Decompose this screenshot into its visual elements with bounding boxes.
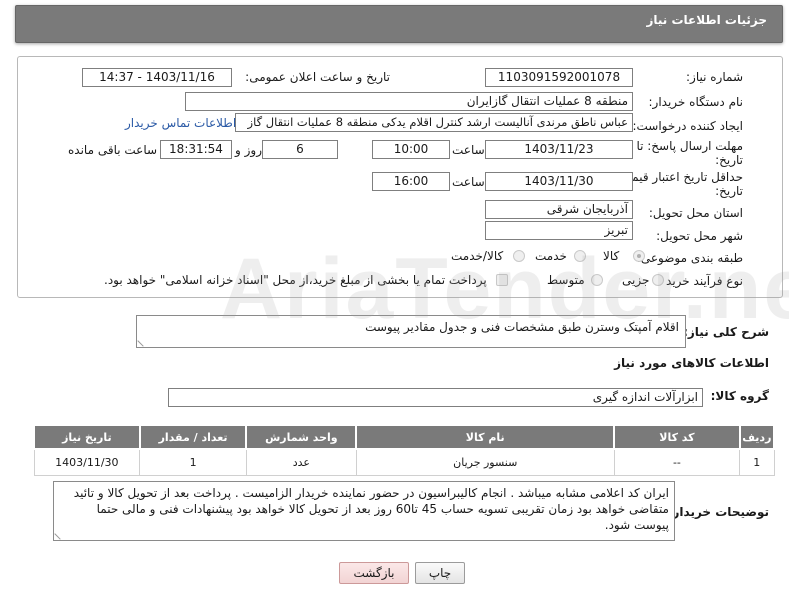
- goods-group-label: گروه کالا:: [710, 389, 769, 403]
- city-field: تبریز: [485, 221, 633, 240]
- description-text: اقلام آمپتک وسترن طبق مشخصات فنی و جدول …: [365, 320, 679, 334]
- cell-name: سنسور جریان: [355, 448, 615, 476]
- print-button[interactable]: چاپ: [415, 562, 465, 584]
- province-label: استان محل تحویل:: [648, 206, 743, 220]
- province-field: آذربایجان شرقی: [485, 200, 633, 219]
- category-option-goods: کالا: [603, 249, 620, 263]
- announce-field: 1403/11/16 - 14:37: [82, 68, 232, 87]
- items-section-title: اطلاعات کالاهای مورد نیاز: [614, 356, 769, 370]
- category-radio-goods[interactable]: [633, 250, 645, 262]
- buyer-field: منطقه 8 عملیات انتقال گازایران: [185, 92, 633, 111]
- buyer-notes-text: ایران کد اعلامی مشابه میباشد . انجام کال…: [73, 486, 669, 532]
- cell-date: 1403/11/30: [33, 448, 141, 476]
- treasury-note: پرداخت تمام یا بخشی از مبلغ خرید،از محل …: [104, 273, 487, 287]
- col-header-quantity: تعداد / مقدار: [138, 424, 248, 450]
- col-header-code: کد کالا: [613, 424, 741, 450]
- description-textarea: اقلام آمپتک وسترن طبق مشخصات فنی و جدول …: [136, 315, 686, 348]
- reply-time-label: ساعت: [452, 143, 485, 157]
- cell-code: --: [613, 448, 741, 476]
- col-header-date: تاریخ نیاز: [33, 424, 141, 450]
- cell-row-number: 1: [739, 448, 775, 476]
- col-header-unit: واحد شمارش: [245, 424, 358, 450]
- need-number-label: شماره نیاز:: [686, 70, 743, 84]
- category-label: طبقه بندی موضوعی:: [636, 251, 743, 265]
- buyer-notes-label: توضیحات خریدار:: [667, 505, 769, 519]
- description-label: شرح کلی نیاز:: [683, 325, 769, 339]
- process-option-medium: متوسط: [547, 273, 585, 287]
- category-option-both: کالا/خدمت: [451, 249, 504, 263]
- process-radio-medium[interactable]: [591, 274, 603, 286]
- reply-deadline-label: مهلت ارسال پاسخ: تا: [636, 139, 743, 153]
- treasury-checkbox[interactable]: [496, 274, 508, 286]
- cell-unit: عدد: [245, 448, 357, 476]
- table-row: 1 -- سنسور جریان عدد 1 1403/11/30: [33, 448, 775, 476]
- buyer-label: نام دستگاه خریدار:: [648, 95, 744, 109]
- items-table: ردیف کد کالا نام کالا واحد شمارش تعداد /…: [33, 424, 776, 476]
- price-time-label: ساعت: [452, 175, 485, 189]
- creator-field: عباس ناطق مرندی آنالیست ارشد کنترل اقلام…: [235, 113, 633, 132]
- process-radio-minor[interactable]: [652, 274, 664, 286]
- reply-date-field: 1403/11/23: [485, 140, 633, 159]
- category-option-service: خدمت: [535, 249, 567, 263]
- price-date-field: 1403/11/30: [485, 172, 633, 191]
- buyer-notes-textarea: ایران کد اعلامی مشابه میباشد . انجام کال…: [53, 481, 675, 541]
- remaining-time-field: 18:31:54: [160, 140, 232, 159]
- resize-grip-icon: [137, 335, 149, 347]
- need-number-field: 1103091592001078: [485, 68, 633, 87]
- col-header-row: ردیف: [738, 424, 776, 450]
- back-button[interactable]: بازگشت: [339, 562, 409, 584]
- page-title: جزئیات اطلاعات نیاز: [646, 13, 767, 27]
- goods-group-field: ابزارآلات اندازه گیری: [168, 388, 703, 407]
- process-label: نوع فرآیند خرید :: [658, 274, 743, 288]
- city-label: شهر محل تحویل:: [656, 229, 743, 243]
- category-radio-both[interactable]: [513, 250, 525, 262]
- reply-deadline-label-2: تاریخ:: [715, 153, 743, 167]
- contact-info-link[interactable]: اطلاعات تماس خریدار: [125, 116, 236, 130]
- days-label: روز و: [235, 143, 262, 157]
- category-radio-service[interactable]: [574, 250, 586, 262]
- process-option-minor: جزیی: [622, 273, 650, 287]
- col-header-name: نام کالا: [355, 424, 616, 450]
- days-field: 6: [262, 140, 338, 159]
- remaining-label: ساعت باقی مانده: [68, 143, 158, 157]
- table-header-row: ردیف کد کالا نام کالا واحد شمارش تعداد /…: [33, 424, 776, 450]
- creator-label: ایجاد کننده درخواست:: [632, 119, 743, 133]
- cell-quantity: 1: [139, 448, 247, 476]
- price-validity-label-2: تاریخ:: [715, 184, 743, 198]
- price-time-field: 16:00: [372, 172, 450, 191]
- announce-label: تاریخ و ساعت اعلان عمومی:: [245, 70, 390, 84]
- reply-time-field: 10:00: [372, 140, 450, 159]
